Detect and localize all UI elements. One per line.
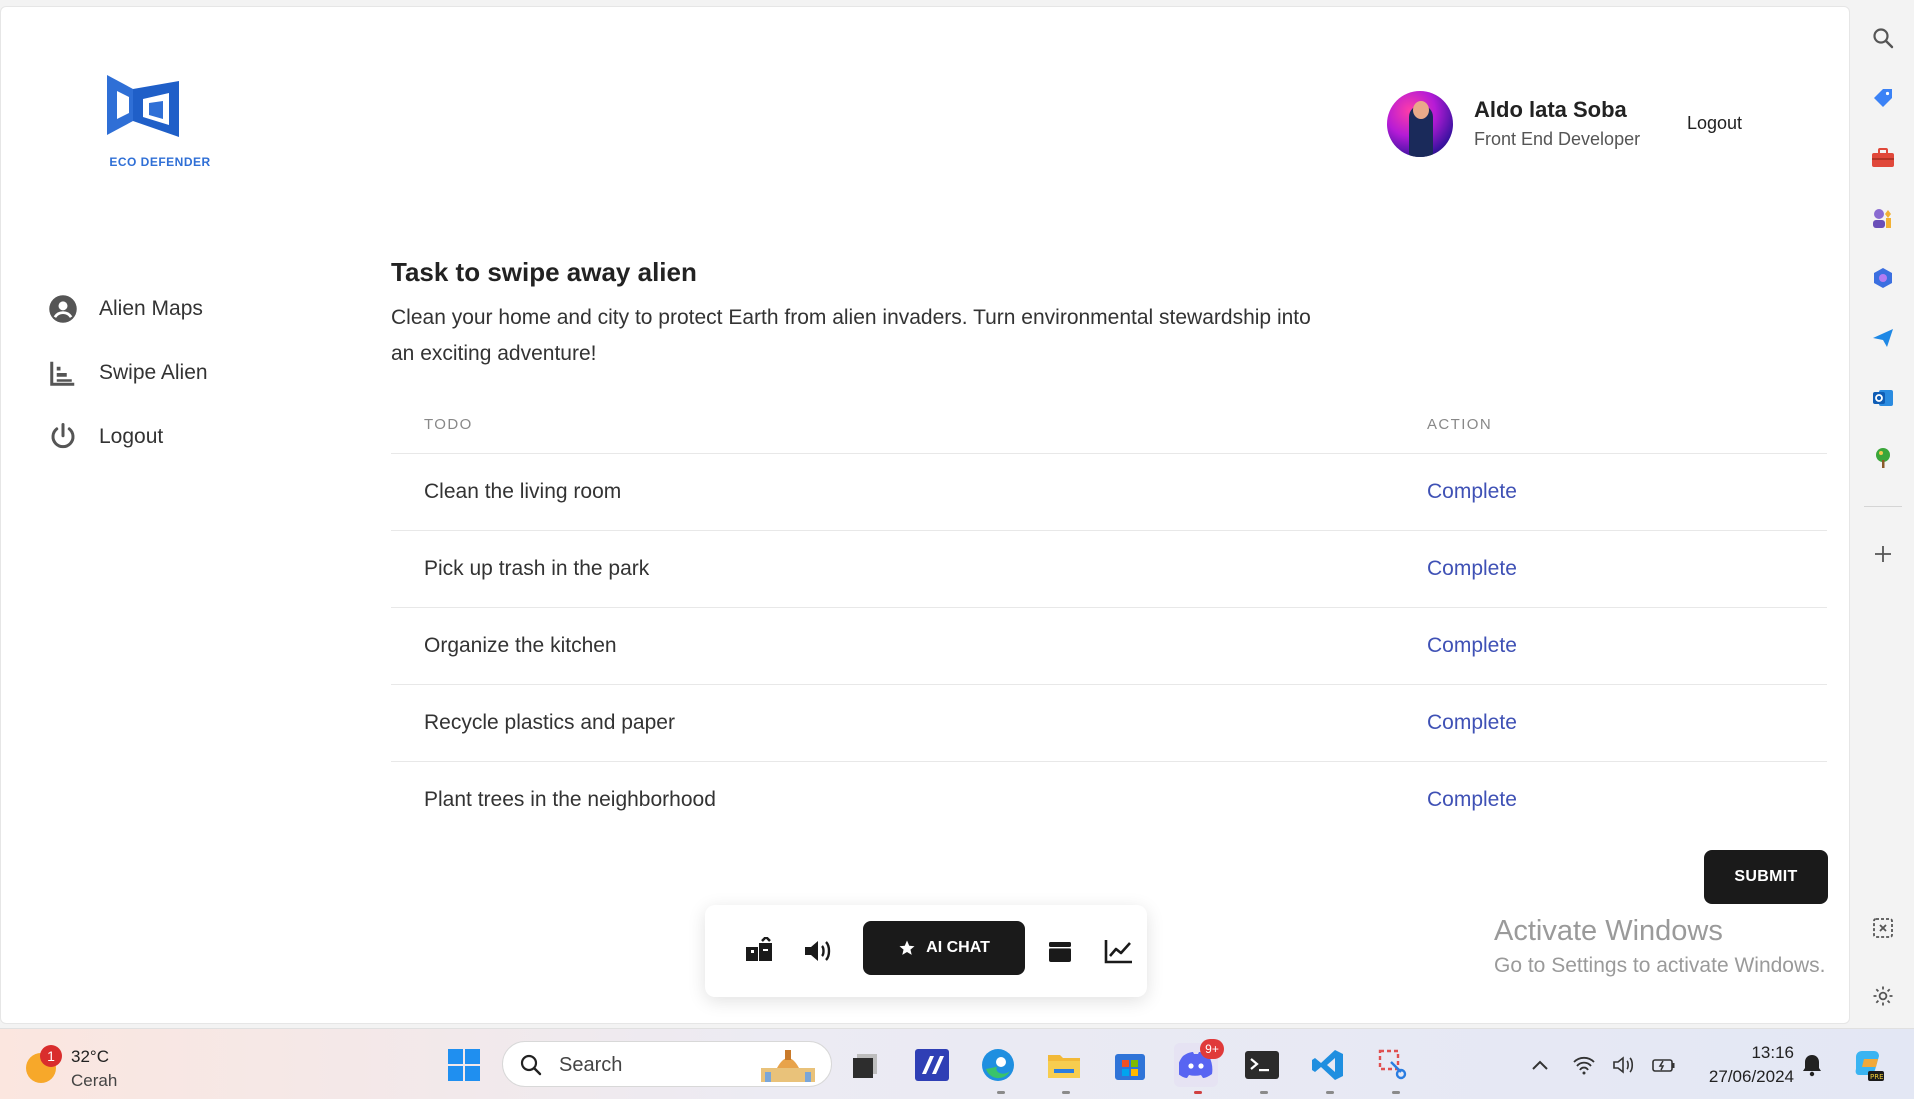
task-text: Organize the kitchen xyxy=(424,634,617,657)
clock-time: 13:16 xyxy=(1751,1043,1794,1062)
sidebar-item-alien-maps[interactable]: Alien Maps xyxy=(47,277,307,341)
ai-chat-label: AI CHAT xyxy=(926,939,990,956)
edge-sidebar xyxy=(1852,0,1914,1028)
windows-start-icon[interactable] xyxy=(442,1043,486,1087)
sidebar-item-label: Swipe Alien xyxy=(99,361,208,384)
column-header-todo: TODO xyxy=(424,416,473,433)
clock-date: 27/06/2024 xyxy=(1708,1067,1794,1086)
volume-icon[interactable] xyxy=(1604,1043,1644,1087)
task-text: Recycle plastics and paper xyxy=(424,711,675,734)
search-icon xyxy=(519,1053,543,1082)
app-page: ECO DEFENDER Aldo lata Soba Front End De… xyxy=(0,6,1850,1024)
task-view-icon[interactable] xyxy=(844,1043,888,1087)
task-text: Pick up trash in the park xyxy=(424,557,650,580)
table-row: Recycle plastics and paper Complete xyxy=(391,685,1827,762)
table-row: Plant trees in the neighborhood Complete xyxy=(391,762,1827,839)
gear-icon[interactable] xyxy=(1865,978,1901,1014)
complete-link[interactable]: Complete xyxy=(1427,480,1517,504)
table-row: Clean the living room Complete xyxy=(391,454,1827,531)
line-chart-icon[interactable] xyxy=(1101,933,1137,969)
tag-icon[interactable] xyxy=(1865,80,1901,116)
windows-taskbar: 1 32°C Cerah Search 9+ 13:16 27/06/2024 … xyxy=(0,1028,1914,1099)
battery-icon[interactable] xyxy=(1644,1043,1684,1087)
volume-icon[interactable] xyxy=(800,933,836,969)
taskbar-clock[interactable]: 13:16 27/06/2024 xyxy=(1694,1041,1794,1089)
page-description: Clean your home and city to protect Eart… xyxy=(391,306,1311,365)
gift-box-icon[interactable] xyxy=(1042,933,1078,969)
outlook-icon[interactable] xyxy=(1865,380,1901,416)
ai-chat-button[interactable]: AI CHAT xyxy=(863,921,1025,975)
search-highlight-icon xyxy=(755,1046,821,1084)
account-circle-icon xyxy=(47,293,79,325)
taskbar-search[interactable]: Search xyxy=(502,1041,832,1087)
send-icon[interactable] xyxy=(1865,320,1901,356)
bottom-dock: AI CHAT xyxy=(705,905,1147,997)
edge-browser-icon[interactable] xyxy=(976,1043,1020,1087)
weather-temp: 32°C xyxy=(71,1047,109,1066)
sidebar-item-swipe-alien[interactable]: Swipe Alien xyxy=(47,341,307,405)
logo-text: ECO DEFENDER xyxy=(109,155,211,169)
wifi-icon[interactable] xyxy=(1564,1043,1604,1087)
copilot-icon[interactable] xyxy=(1865,260,1901,296)
user-profile[interactable]: Aldo lata Soba Front End Developer xyxy=(1387,91,1807,159)
weather-badge: 1 xyxy=(40,1045,62,1067)
table-row: Pick up trash in the park Complete xyxy=(391,531,1827,608)
bell-icon[interactable] xyxy=(1792,1043,1832,1087)
screenshot-icon[interactable] xyxy=(1865,910,1901,946)
todo-table: TODO ACTION Clean the living room Comple… xyxy=(391,394,1827,839)
sidebar-item-label: Logout xyxy=(99,425,164,448)
complete-link[interactable]: Complete xyxy=(1427,788,1517,812)
column-header-action: ACTION xyxy=(1427,416,1493,433)
copilot-pre-icon[interactable]: PRE xyxy=(1846,1043,1890,1087)
discord-badge: 9+ xyxy=(1200,1039,1224,1059)
profile-name: Aldo lata Soba xyxy=(1474,97,1627,122)
logo-mark-icon xyxy=(107,75,179,137)
header-logout-button[interactable]: Logout xyxy=(1687,113,1742,134)
weather-widget[interactable]: 1 32°C Cerah xyxy=(24,1043,144,1090)
snipping-tool-icon[interactable] xyxy=(1372,1043,1416,1087)
app-icon[interactable] xyxy=(910,1043,954,1087)
weather-condition: Cerah xyxy=(71,1071,118,1090)
table-row: Organize the kitchen Complete xyxy=(391,608,1827,685)
watermark-title: Activate Windows xyxy=(1494,915,1723,947)
activate-windows-watermark: Activate Windows Go to Settings to activ… xyxy=(1494,915,1826,978)
avatar[interactable] xyxy=(1387,91,1453,157)
complete-link[interactable]: Complete xyxy=(1427,711,1517,735)
profile-role: Front End Developer xyxy=(1474,129,1641,149)
complete-link[interactable]: Complete xyxy=(1427,634,1517,658)
microsoft-store-icon[interactable] xyxy=(1108,1043,1152,1087)
submit-button[interactable]: SUBMIT xyxy=(1704,850,1828,904)
bar-chart-icon xyxy=(47,357,79,389)
complete-link[interactable]: Complete xyxy=(1427,557,1517,581)
svg-text:PRE: PRE xyxy=(1870,1073,1884,1081)
boxes-icon[interactable] xyxy=(741,933,777,969)
watermark-subtitle: Go to Settings to activate Windows. xyxy=(1494,954,1826,977)
power-icon xyxy=(47,421,79,453)
sidebar-item-label: Alien Maps xyxy=(99,297,203,320)
add-icon[interactable] xyxy=(1865,536,1901,572)
task-text: Plant trees in the neighborhood xyxy=(424,788,716,811)
task-text: Clean the living room xyxy=(424,480,622,503)
main-content: Task to swipe away alien Clean your home… xyxy=(391,257,1827,839)
search-icon[interactable] xyxy=(1865,20,1901,56)
file-explorer-icon[interactable] xyxy=(1042,1043,1086,1087)
eco-defender-logo[interactable]: ECO DEFENDER xyxy=(97,71,223,175)
table-header: TODO ACTION xyxy=(391,394,1827,454)
sidebar-item-logout[interactable]: Logout xyxy=(47,405,307,469)
star-icon xyxy=(898,939,916,957)
toolbox-icon[interactable] xyxy=(1865,140,1901,176)
chevron-up-icon[interactable] xyxy=(1518,1043,1562,1087)
tree-icon[interactable] xyxy=(1865,440,1901,476)
sidebar-nav: Alien Maps Swipe Alien Logout xyxy=(47,277,307,469)
terminal-icon[interactable] xyxy=(1240,1043,1284,1087)
vscode-icon[interactable] xyxy=(1306,1043,1350,1087)
search-placeholder: Search xyxy=(559,1054,623,1076)
games-icon[interactable] xyxy=(1865,200,1901,236)
page-title: Task to swipe away alien xyxy=(391,257,697,287)
